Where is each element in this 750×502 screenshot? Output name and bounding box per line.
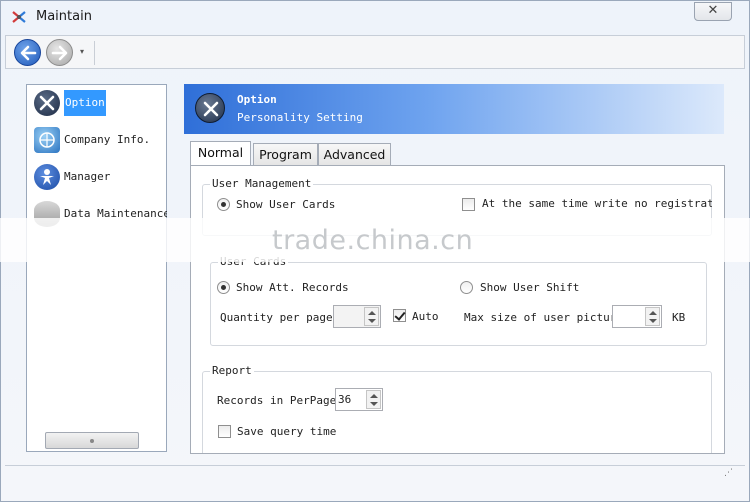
close-button[interactable]: ✕	[694, 2, 732, 21]
back-arrow-icon	[20, 45, 37, 61]
forward-button[interactable]	[46, 39, 73, 66]
same-time-write-label: At the same time write no registration	[482, 197, 712, 210]
user-cards-group: User Cards Show Att. Records Show User S…	[210, 255, 707, 346]
max-picture-size-stepper[interactable]	[612, 305, 662, 328]
save-query-time-checkbox[interactable]	[218, 425, 231, 438]
show-user-shift-label: Show User Shift	[480, 281, 580, 294]
forward-arrow-icon	[51, 45, 68, 61]
auto-label: Auto	[412, 310, 439, 323]
history-dropdown-icon[interactable]: ▾	[80, 47, 84, 56]
window-title: Maintain	[36, 9, 92, 24]
sidebar-item-company-info[interactable]: Company Info.	[31, 124, 167, 156]
status-bar: ⋰	[5, 465, 745, 490]
app-icon	[12, 11, 26, 23]
title-bar: Maintain ✕	[1, 1, 749, 35]
show-att-records-label: Show Att. Records	[236, 281, 349, 294]
watermark-text: trade.china.cn	[272, 225, 474, 256]
panel-header: Option Personality Setting	[184, 84, 724, 134]
resize-grip-icon[interactable]: ⋰	[724, 468, 733, 478]
sidebar-item-option[interactable]: Option	[31, 87, 167, 119]
records-per-page-stepper[interactable]: 36	[335, 388, 383, 411]
group-title: User Management	[210, 177, 314, 190]
sidebar-item-label: Company Info.	[64, 133, 151, 146]
quantity-per-page-label: Quantity per page	[220, 311, 333, 324]
max-size-label: Max size of user picture	[464, 311, 623, 324]
tools-icon	[195, 93, 225, 123]
panel-subtitle: Personality Setting	[237, 111, 363, 124]
group-title: Report	[210, 364, 254, 377]
tab-advanced[interactable]: Advanced	[318, 143, 391, 166]
down-arrow-icon	[370, 402, 378, 406]
down-arrow-icon	[368, 319, 376, 323]
scroll-grip-icon	[90, 439, 94, 443]
panel-title: Option	[237, 93, 277, 106]
show-user-shift-radio[interactable]	[460, 281, 473, 294]
same-time-write-checkbox[interactable]	[462, 198, 475, 211]
tools-icon	[34, 90, 60, 116]
toolbar-separator	[94, 41, 95, 65]
navigation-toolbar: ▾	[5, 35, 745, 69]
close-icon: ✕	[707, 3, 719, 18]
records-value: 36	[338, 393, 352, 406]
stepper-buttons[interactable]	[645, 307, 660, 326]
sidebar-item-manager[interactable]: Manager	[31, 161, 167, 193]
up-arrow-icon	[370, 394, 378, 398]
sidebar-item-label: Option	[64, 90, 106, 116]
show-user-cards-label: Show User Cards	[236, 198, 336, 211]
tab-normal[interactable]: Normal	[190, 141, 251, 166]
up-arrow-icon	[368, 311, 376, 315]
show-att-records-radio[interactable]	[217, 281, 230, 294]
tab-program[interactable]: Program	[253, 143, 318, 166]
down-arrow-icon	[649, 319, 657, 323]
stepper-buttons[interactable]	[366, 390, 381, 409]
sidebar: Option Company Info. Manager Data Mainte…	[26, 84, 167, 452]
back-button[interactable]	[14, 39, 41, 66]
quantity-per-page-stepper[interactable]	[333, 305, 381, 328]
sidebar-item-label: Manager	[64, 170, 111, 183]
person-icon	[34, 164, 60, 190]
tab-content: User Management Show User Cards At the s…	[190, 165, 725, 454]
up-arrow-icon	[649, 311, 657, 315]
sidebar-scrollbar[interactable]	[45, 432, 139, 449]
kb-unit-label: KB	[672, 311, 686, 324]
report-group: Report Records in PerPage 36 Save query …	[202, 364, 712, 453]
save-query-time-label: Save query time	[237, 425, 337, 438]
auto-checkbox[interactable]	[393, 309, 406, 322]
stepper-buttons[interactable]	[364, 307, 379, 326]
records-per-page-label: Records in PerPage	[217, 394, 335, 407]
globe-icon	[34, 127, 60, 153]
show-user-cards-radio[interactable]	[217, 198, 230, 211]
